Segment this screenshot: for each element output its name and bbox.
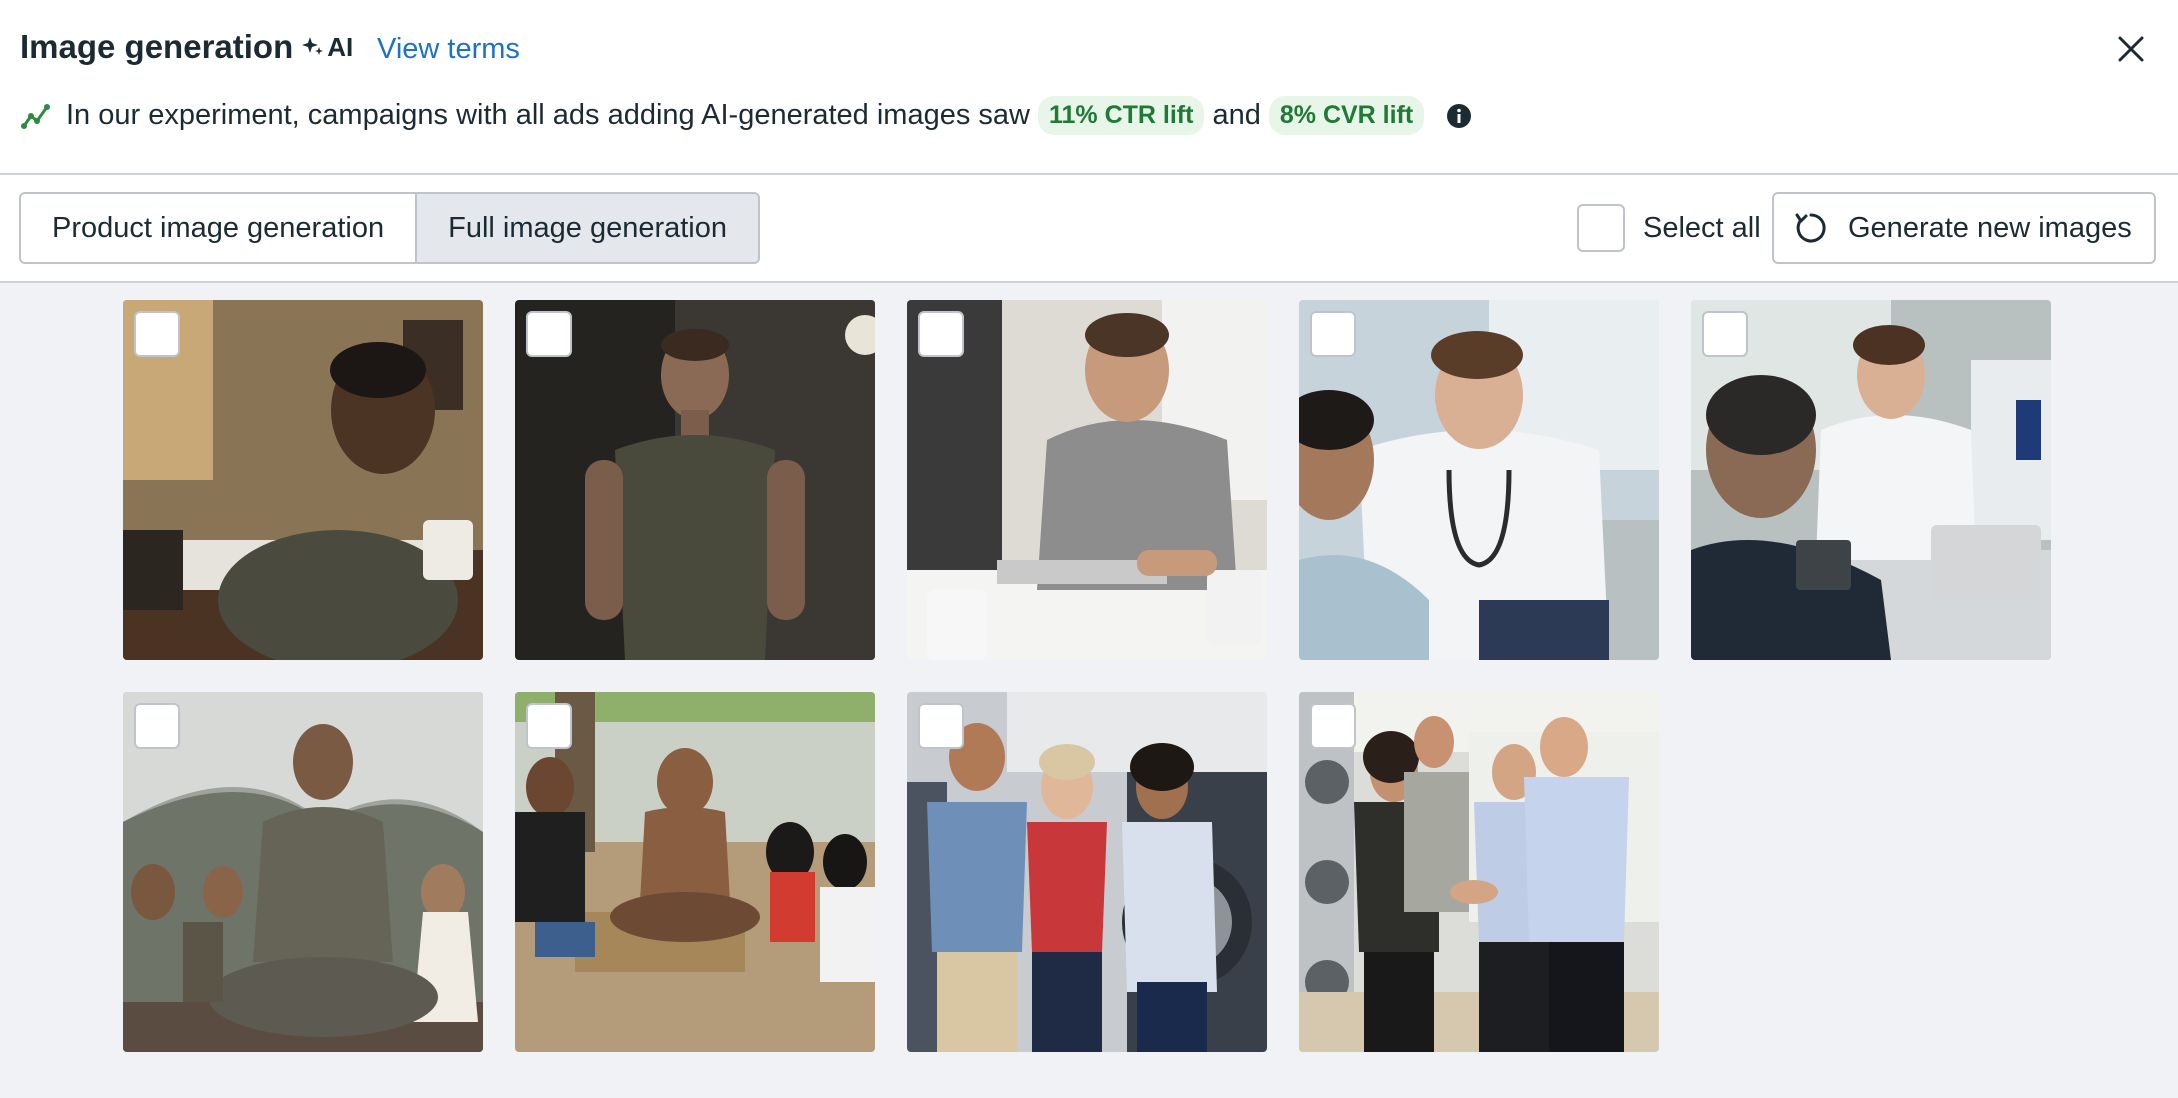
banner-text: In our experiment, campaigns with all ad…: [66, 99, 1030, 131]
tab-product-image-generation[interactable]: Product image generation: [21, 194, 416, 262]
close-icon[interactable]: [2114, 32, 2148, 66]
image-select-checkbox[interactable]: [918, 311, 964, 357]
generated-image[interactable]: [1691, 300, 2051, 660]
generate-label: Generate new images: [1848, 211, 2132, 244]
generated-image[interactable]: [123, 692, 483, 1052]
select-all-control[interactable]: Select all: [1577, 204, 1761, 252]
ai-badge: AI: [301, 32, 353, 63]
experiment-banner: In our experiment, campaigns with all ad…: [20, 96, 1472, 135]
image-select-checkbox[interactable]: [526, 703, 572, 749]
image-select-checkbox[interactable]: [526, 311, 572, 357]
ai-label: AI: [327, 31, 354, 62]
title-text: Image generation: [20, 28, 294, 65]
generated-image[interactable]: [515, 692, 875, 1052]
view-terms-link[interactable]: View terms: [377, 33, 520, 66]
image-select-checkbox[interactable]: [1310, 703, 1356, 749]
cvr-lift-badge: 8% CVR lift: [1268, 96, 1425, 135]
generated-image[interactable]: [907, 692, 1267, 1052]
generated-image[interactable]: [123, 300, 483, 660]
info-icon[interactable]: [1446, 103, 1472, 129]
refresh-icon: [1795, 213, 1826, 243]
ctr-lift-badge: 11% CTR lift: [1037, 96, 1205, 135]
dialog-title: Image generation AI: [20, 28, 353, 66]
image-select-checkbox[interactable]: [918, 703, 964, 749]
image-select-checkbox[interactable]: [134, 311, 180, 357]
image-select-checkbox[interactable]: [1702, 311, 1748, 357]
generation-mode-tabs: Product image generation Full image gene…: [19, 192, 760, 264]
dialog-header: Image generation AI View terms In our ex…: [0, 0, 2178, 264]
trend-up-icon: [21, 103, 50, 129]
generated-image[interactable]: [907, 300, 1267, 660]
select-all-checkbox[interactable]: [1577, 204, 1625, 252]
generated-image[interactable]: [1299, 692, 1659, 1052]
select-all-label: Select all: [1643, 211, 1761, 244]
banner-conjunction: and: [1212, 99, 1261, 131]
generate-new-images-button[interactable]: Generate new images: [1772, 192, 2156, 264]
image-gallery: [0, 281, 2178, 1098]
sparkle-icon: [302, 37, 324, 55]
image-select-checkbox[interactable]: [134, 703, 180, 749]
tab-full-image-generation[interactable]: Full image generation: [415, 194, 758, 262]
generated-image[interactable]: [515, 300, 875, 660]
generated-image[interactable]: [1299, 300, 1659, 660]
image-select-checkbox[interactable]: [1310, 311, 1356, 357]
